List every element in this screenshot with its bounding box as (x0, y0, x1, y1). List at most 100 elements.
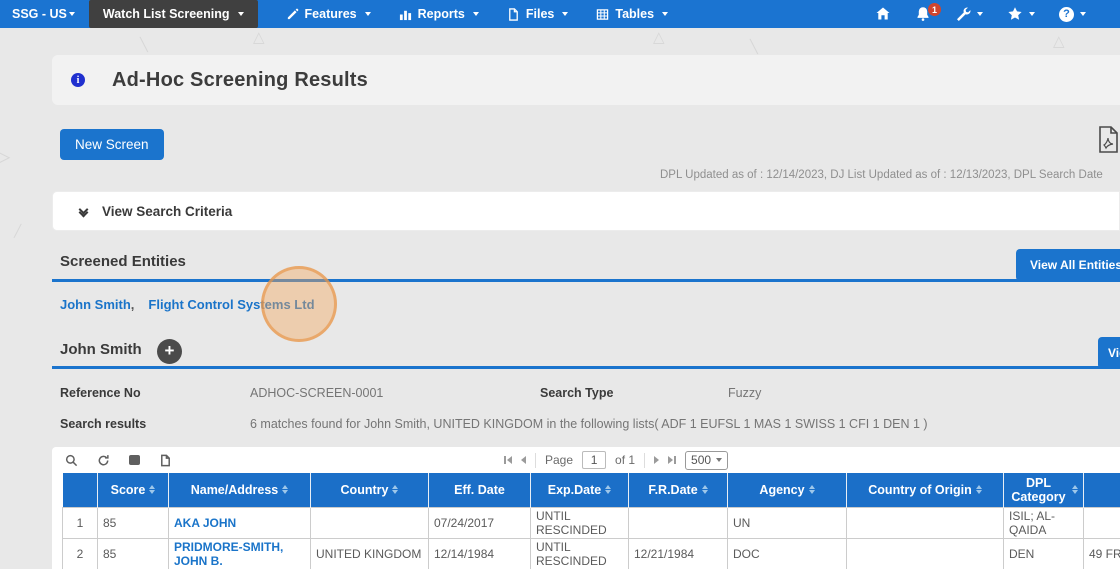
sort-icon (605, 485, 612, 495)
pdf-export-button[interactable] (1096, 126, 1120, 154)
plus-icon: + (164, 340, 175, 360)
cell-country-of-origin (846, 537, 1004, 569)
last-page-button[interactable] (668, 456, 677, 464)
table-row: 2 85 PRIDMORE-SMITH, JOHN B. UNITED KING… (62, 537, 1120, 569)
nav-item-watch-list-screening[interactable]: Watch List Screening (88, 0, 258, 28)
home-icon (876, 7, 890, 20)
sort-icon (975, 485, 982, 495)
cell-eff-date: 12/14/1984 (428, 537, 531, 569)
prev-page-icon (521, 456, 526, 464)
document-icon (161, 454, 170, 466)
cell-ci: 49 FR (1083, 537, 1120, 569)
sort-icon (149, 485, 156, 495)
col-country-of-origin[interactable]: Country of Origin (846, 473, 1004, 507)
cell-rownum: 2 (62, 537, 98, 569)
results-table: Score Name/Address Country Eff. Date Exp… (62, 473, 1120, 569)
col-rownum (62, 473, 98, 507)
col-country[interactable]: Country (310, 473, 429, 507)
navbar-left: SSG - US Watch List Screening Features R… (0, 0, 682, 28)
match-link[interactable]: AKA JOHN (174, 516, 236, 530)
next-page-button[interactable] (654, 456, 660, 464)
table-icon (597, 8, 609, 20)
entity-section-heading: John Smith (60, 341, 142, 358)
caret-down-icon (1029, 12, 1035, 16)
watermark-shape (653, 28, 665, 47)
chevron-double-down-icon (77, 204, 89, 218)
grid-refresh-button[interactable] (97, 454, 110, 467)
col-exp-date[interactable]: Exp.Date (530, 473, 629, 507)
nav-item-label: Features (304, 7, 357, 21)
entity-link-john-smith[interactable]: John Smith (60, 297, 131, 312)
caret-down-icon (977, 12, 983, 16)
col-dpl-category[interactable]: DPL Category (1003, 473, 1084, 507)
col-name-address[interactable]: Name/Address (168, 473, 311, 507)
watermark-shape (14, 222, 21, 240)
grid-search-button[interactable] (65, 454, 78, 467)
home-button[interactable] (875, 6, 891, 22)
col-agency[interactable]: Agency (727, 473, 847, 507)
cell-exp-date: UNTIL RESCINDED (530, 537, 629, 569)
col-ci[interactable]: Ci (1083, 473, 1120, 507)
view-all-entities-button[interactable]: View All Entities D (1016, 249, 1120, 281)
page-of-label: of 1 (615, 453, 636, 467)
watermark-shape (0, 144, 10, 169)
view-details-button[interactable]: Vie (1098, 337, 1120, 369)
grid-pager: Page of 1 500 (504, 447, 729, 473)
tools-menu[interactable] (955, 6, 983, 22)
page-number-input[interactable] (582, 451, 607, 469)
watermark-shape (253, 28, 265, 47)
caret-down-icon (472, 12, 479, 16)
new-screen-button[interactable]: New Screen (60, 129, 164, 160)
match-link[interactable]: PRIDMORE-SMITH, JOHN B. (174, 540, 283, 568)
navbar-right: 1 ? (875, 0, 1120, 28)
watermark-shape (140, 36, 148, 54)
col-eff-date: Eff. Date (428, 473, 531, 507)
nav-item-label: Reports (417, 7, 465, 21)
page-label: Page (545, 453, 574, 467)
help-icon: ? (1059, 6, 1074, 22)
app-screen: SSG - US Watch List Screening Features R… (0, 0, 1120, 569)
entity-link-flight-control-systems[interactable]: Flight Control Systems Ltd (148, 297, 314, 312)
favorites-menu[interactable] (1007, 6, 1035, 22)
nav-item-reports[interactable]: Reports (385, 0, 493, 28)
nav-item-label: Watch List Screening (102, 7, 230, 21)
cell-country: UNITED KINGDOM (310, 537, 429, 569)
view-search-criteria-label: View Search Criteria (102, 203, 233, 219)
star-icon (1008, 7, 1022, 20)
cell-ci (1083, 506, 1120, 539)
title-band: i Ad-Hoc Screening Results (52, 55, 1120, 105)
page-size-select[interactable]: 500 (685, 450, 729, 470)
entity-links: John Smith, Flight Control Systems Ltd (60, 297, 315, 312)
reference-no-label: Reference No (60, 386, 141, 400)
last-page-icon (668, 456, 674, 464)
pdf-icon (1099, 126, 1118, 153)
nav-item-tables[interactable]: Tables (582, 0, 682, 28)
nav-item-files[interactable]: Files (493, 0, 583, 28)
caret-down-icon (662, 12, 669, 16)
cell-eff-date: 07/24/2017 (428, 506, 531, 539)
prev-page-button[interactable] (521, 456, 526, 464)
nav-item-features[interactable]: Features (272, 0, 385, 28)
info-icon[interactable]: i (71, 73, 85, 87)
col-score[interactable]: Score (97, 473, 169, 507)
search-icon (65, 454, 78, 466)
grid-columns-button[interactable] (129, 455, 140, 465)
help-menu[interactable]: ? (1059, 6, 1086, 22)
view-search-criteria-toggle[interactable]: View Search Criteria (52, 191, 1120, 231)
cell-score: 85 (97, 537, 169, 569)
brand-menu[interactable]: SSG - US (0, 0, 89, 28)
cell-dpl-category: ISIL; AL-QAIDA (1003, 506, 1084, 539)
search-type-value: Fuzzy (728, 386, 762, 400)
cell-rownum: 1 (62, 506, 98, 539)
brand-label: SSG - US (12, 7, 67, 21)
caret-down-icon (364, 12, 371, 16)
cell-name: PRIDMORE-SMITH, JOHN B. (168, 537, 311, 569)
grid-export-button[interactable] (159, 454, 172, 467)
sort-icon (701, 485, 708, 495)
first-page-button[interactable] (504, 456, 512, 464)
cell-score: 85 (97, 506, 169, 539)
notifications-button[interactable]: 1 (915, 3, 941, 22)
cell-exp-date: UNTIL RESCINDED (530, 506, 629, 539)
col-fr-date[interactable]: F.R.Date (628, 473, 728, 507)
add-button[interactable]: + (157, 339, 182, 364)
